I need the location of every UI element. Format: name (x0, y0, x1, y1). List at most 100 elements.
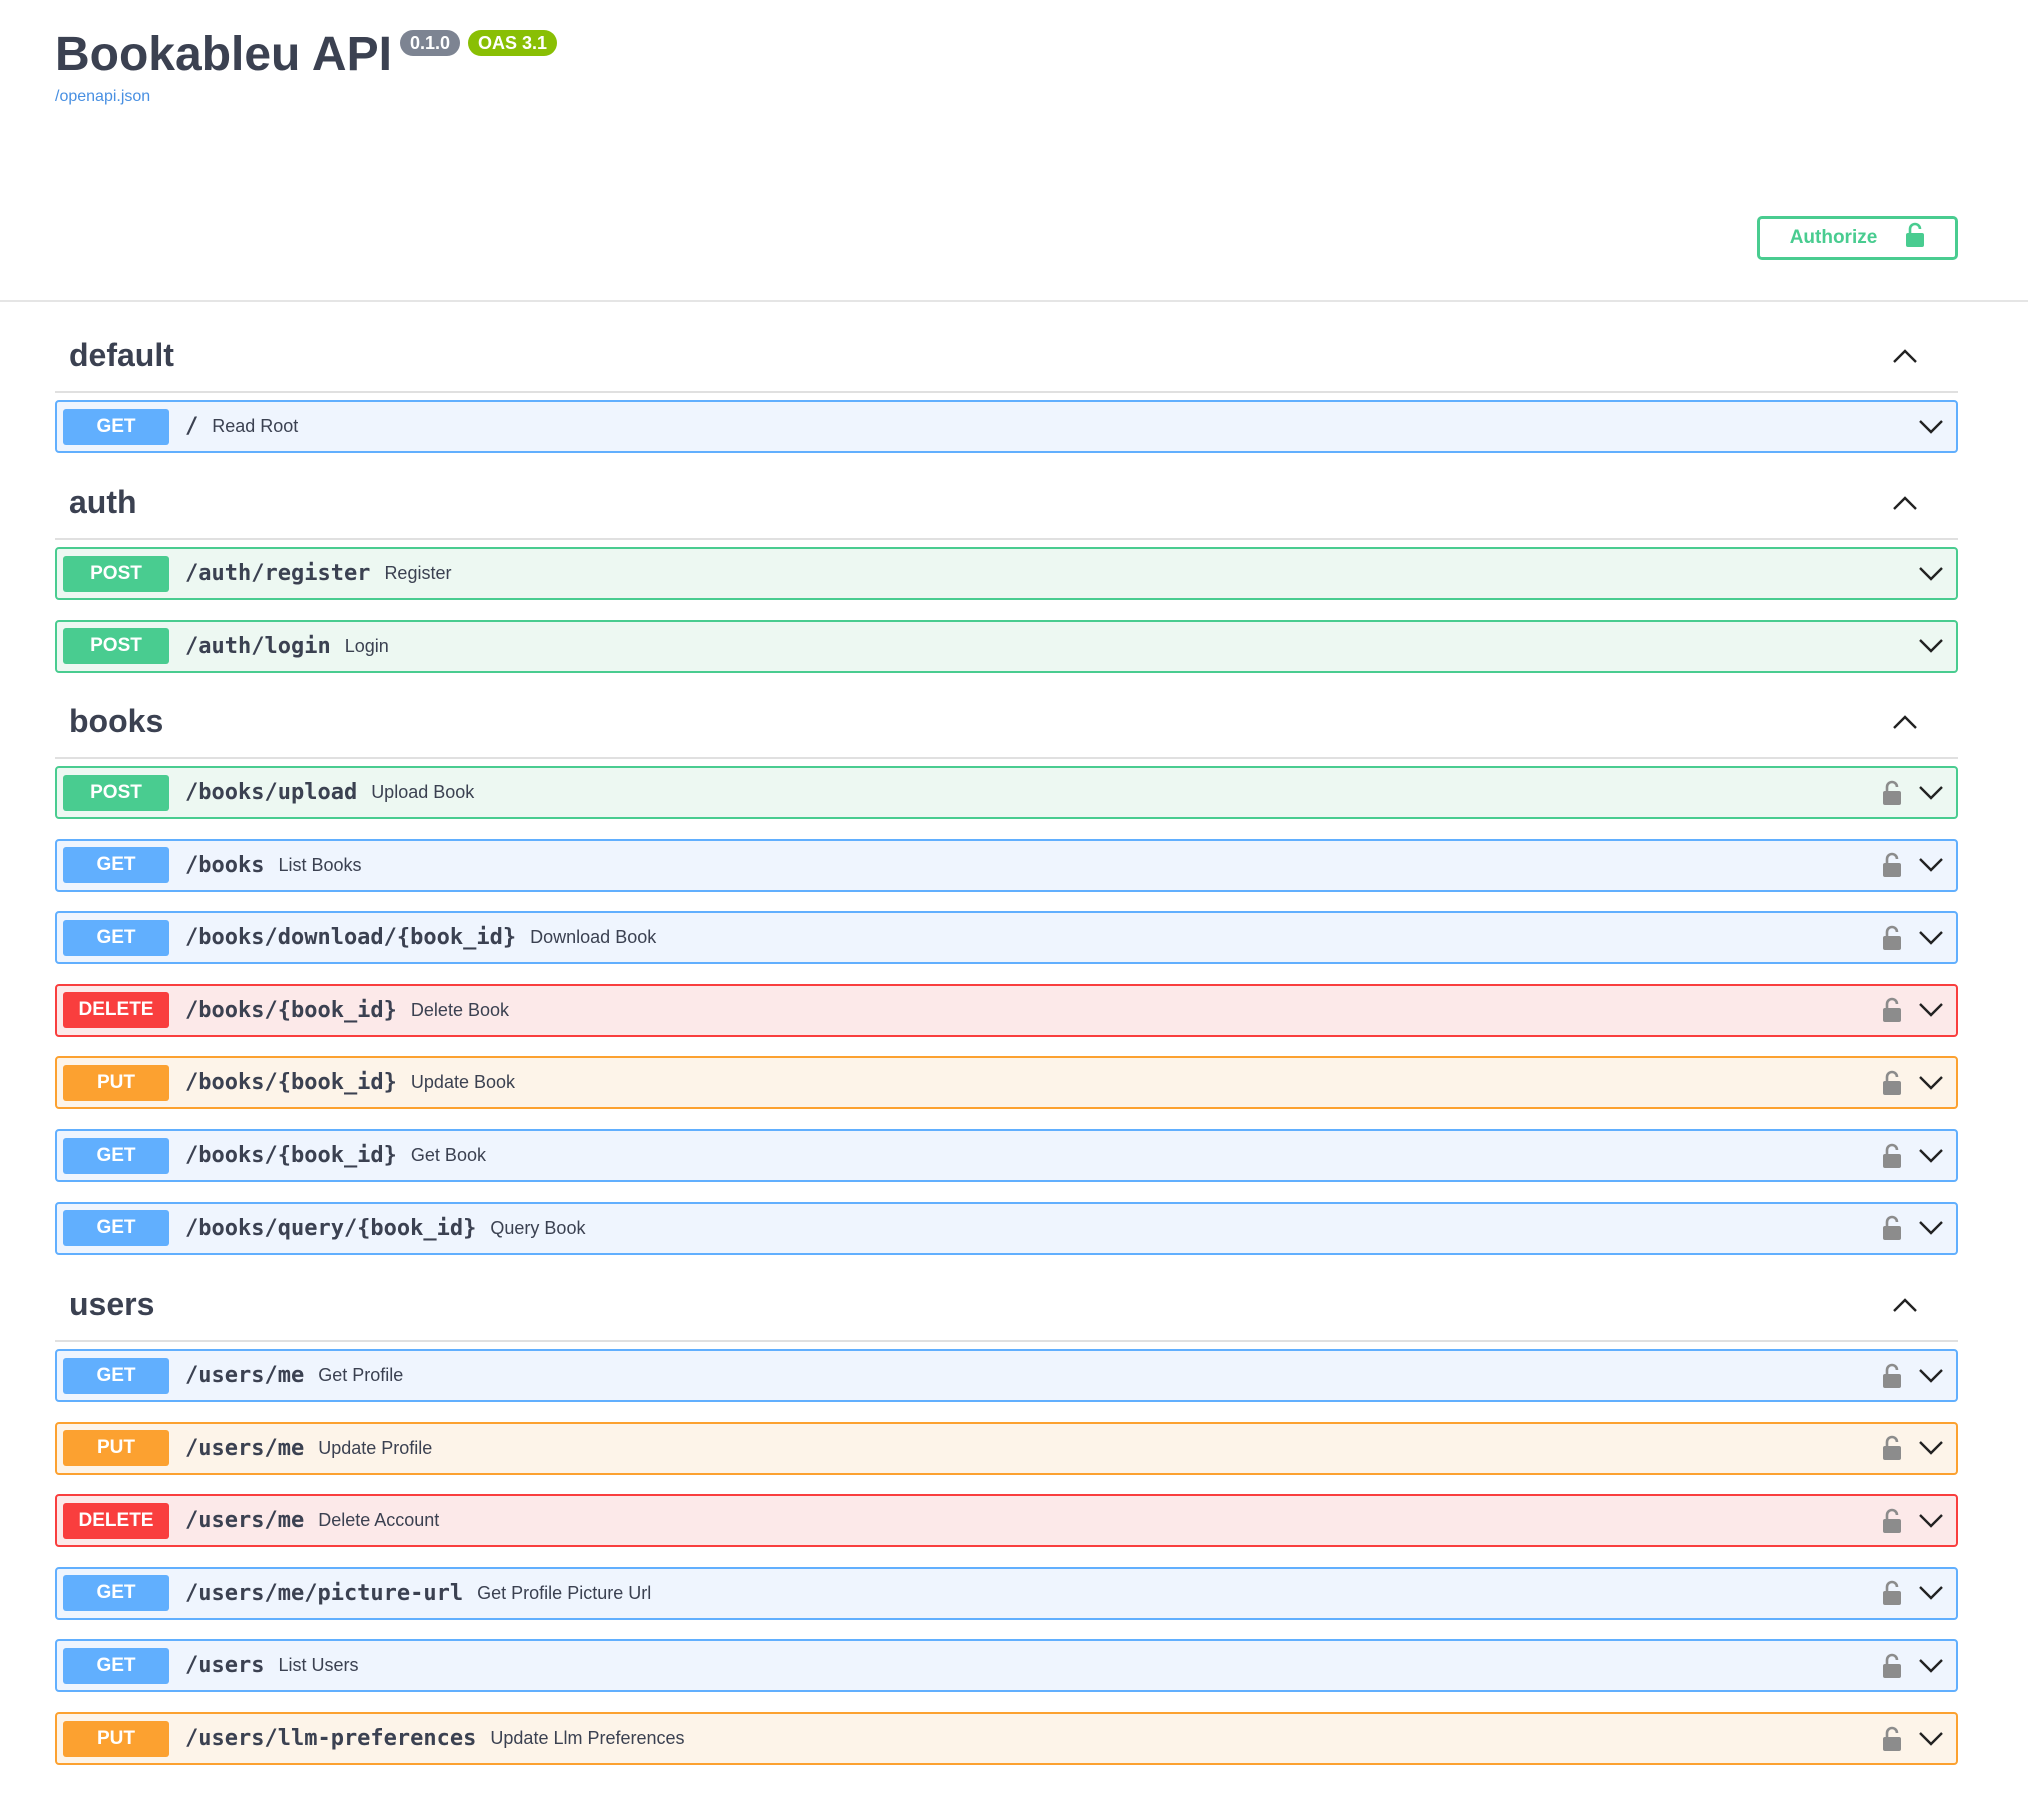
chevron-down-icon[interactable] (1918, 1585, 1944, 1601)
operation-row[interactable]: POST/auth/register Register (55, 547, 1958, 600)
api-title: Bookableu API (55, 28, 392, 81)
chevron-down-icon[interactable] (1918, 1002, 1944, 1018)
endpoint-path: /books/query/{book_id} (185, 1215, 477, 1241)
endpoint-summary: List Books (278, 854, 362, 875)
tag-section-users: users GET/users/me Get Profile PUT/users/me… (55, 1269, 1958, 1765)
endpoint-path: /users/me/picture-url (185, 1580, 464, 1606)
method-badge: GET (63, 1575, 169, 1612)
chevron-down-icon[interactable] (1918, 1513, 1944, 1529)
operation-row[interactable]: DELETE/users/me Delete Account (55, 1494, 1958, 1548)
operation-row[interactable]: GET/users/me/picture-url Get Profile Pict… (55, 1566, 1958, 1620)
endpoint-path: / (185, 414, 199, 439)
operation-row[interactable]: POST/books/upload Upload Book (55, 766, 1958, 819)
lock-icon[interactable] (1882, 1215, 1902, 1241)
version-badge: 0.1.0 (399, 30, 460, 56)
row-actions (1918, 622, 1944, 671)
row-actions (1882, 1131, 1944, 1180)
operation-row[interactable]: GET / Read Root (55, 400, 1958, 453)
tag-section-auth: auth POST/auth/register Register POST/auth/… (55, 467, 1958, 673)
row-actions (1882, 1058, 1944, 1107)
lock-icon[interactable] (1882, 1580, 1902, 1606)
lock-icon[interactable] (1882, 1508, 1902, 1534)
chevron-down-icon[interactable] (1918, 1731, 1944, 1747)
operation-row[interactable]: GET/books/{book_id} Get Book (55, 1129, 1958, 1182)
chevron-up-icon[interactable] (1892, 1297, 1918, 1313)
row-actions (1882, 768, 1944, 817)
chevron-up-icon[interactable] (1892, 495, 1918, 511)
chevron-down-icon[interactable] (1918, 1658, 1944, 1674)
chevron-down-icon[interactable] (1918, 1148, 1944, 1164)
method-badge: GET (63, 1210, 169, 1247)
openapi-json-link[interactable]: /openapi.json (55, 88, 150, 106)
endpoint-path: /auth/register (185, 561, 371, 586)
tag-title: books (69, 703, 164, 739)
row-actions (1882, 1714, 1944, 1763)
endpoint-summary: Update Book (410, 1072, 515, 1093)
tag-header-auth[interactable]: auth (55, 467, 1958, 540)
chevron-down-icon[interactable] (1918, 857, 1944, 873)
chevron-down-icon[interactable] (1918, 1075, 1944, 1091)
chevron-down-icon[interactable] (1918, 638, 1944, 654)
row-actions (1882, 1496, 1944, 1545)
chevron-down-icon[interactable] (1918, 1368, 1944, 1384)
endpoint-summary: Download Book (530, 927, 657, 948)
lock-icon[interactable] (1882, 1363, 1902, 1389)
lock-icon[interactable] (1882, 1726, 1902, 1752)
method-badge: POST (63, 555, 169, 592)
method-badge: PUT (63, 1720, 169, 1757)
tag-header-books[interactable]: books (55, 686, 1958, 759)
row-actions (1882, 913, 1944, 962)
endpoint-summary: Get Profile Picture Url (477, 1582, 652, 1603)
operation-row[interactable]: GET/users/me Get Profile (55, 1349, 1958, 1402)
tag-header-users[interactable]: users (55, 1269, 1958, 1342)
operation-row[interactable]: GET/books/download/{book_id} Download Boo… (55, 911, 1958, 965)
endpoint-path: /books/{book_id} (185, 997, 397, 1023)
lock-icon[interactable] (1882, 1070, 1902, 1096)
operation-row[interactable]: GET/users List Users (55, 1639, 1958, 1693)
endpoint-summary: Delete Account (318, 1510, 440, 1531)
tag-header-default[interactable]: default (55, 320, 1958, 393)
operation-row[interactable]: PUT/users/llm-preferences Update Llm Pref… (55, 1712, 1958, 1765)
lock-icon[interactable] (1882, 1653, 1902, 1679)
chevron-down-icon[interactable] (1918, 1220, 1944, 1236)
chevron-down-icon[interactable] (1918, 785, 1944, 801)
method-badge: GET (63, 1137, 169, 1174)
operation-row[interactable]: GET/books/query/{book_id} Query Book (55, 1201, 1958, 1255)
endpoint-path: /users/me (185, 1363, 305, 1388)
lock-icon[interactable] (1882, 1435, 1902, 1461)
chevron-down-icon[interactable] (1918, 930, 1944, 946)
endpoint-summary: List Users (278, 1655, 359, 1676)
unlock-icon (1905, 222, 1925, 254)
method-badge: DELETE (63, 992, 169, 1029)
endpoint-path: /auth/login (185, 633, 331, 659)
method-badge: POST (63, 628, 169, 665)
lock-icon[interactable] (1882, 780, 1902, 806)
operation-row[interactable]: DELETE/books/{book_id} Delete Book (55, 983, 1958, 1037)
tag-title: default (69, 337, 174, 373)
operation-row[interactable]: POST/auth/login Login (55, 619, 1958, 673)
row-actions (1882, 986, 1944, 1035)
endpoint-path: /users (185, 1653, 265, 1679)
method-badge: GET (63, 408, 169, 445)
lock-icon[interactable] (1882, 1143, 1902, 1169)
endpoint-summary: Update Llm Preferences (490, 1728, 685, 1748)
method-badge: DELETE (63, 1502, 169, 1539)
operation-row[interactable]: GET/books List Books (55, 838, 1958, 892)
method-badge: PUT (63, 1430, 169, 1467)
operation-row[interactable]: PUT/books/{book_id} Update Book (55, 1056, 1958, 1110)
chevron-down-icon[interactable] (1918, 566, 1944, 582)
row-actions (1882, 1641, 1944, 1690)
lock-icon[interactable] (1882, 925, 1902, 951)
tag-section-books: books POST/books/upload Upload Book GET/boo… (55, 686, 1958, 1255)
chevron-up-icon[interactable] (1892, 714, 1918, 730)
chevron-up-icon[interactable] (1892, 348, 1918, 364)
tag-title: users (69, 1286, 155, 1322)
row-actions (1882, 1569, 1944, 1618)
lock-icon[interactable] (1882, 852, 1902, 878)
authorize-button[interactable]: Authorize (1757, 216, 1958, 260)
chevron-down-icon[interactable] (1918, 1440, 1944, 1456)
operation-row[interactable]: PUT/users/me Update Profile (55, 1421, 1958, 1475)
chevron-down-icon[interactable] (1918, 419, 1944, 435)
endpoint-summary: Get Profile (318, 1365, 404, 1385)
lock-icon[interactable] (1882, 997, 1902, 1023)
